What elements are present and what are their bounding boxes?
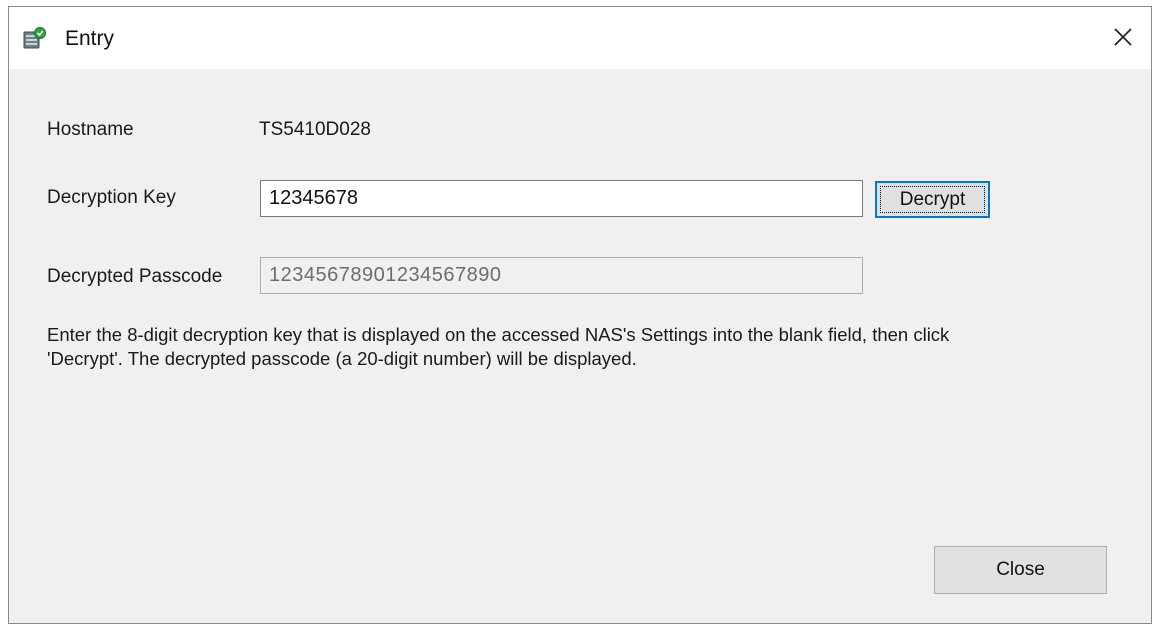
title-bar[interactable]: Entry: [9, 7, 1151, 69]
entry-dialog: Entry Hostname TS5410D028 Decryption Key…: [8, 6, 1152, 624]
hostname-value: TS5410D028: [259, 119, 371, 140]
close-button-label: Close: [996, 559, 1045, 580]
decrypt-button[interactable]: Decrypt: [875, 181, 990, 218]
hostname-label: Hostname: [47, 119, 134, 140]
nas-app-icon: [23, 27, 46, 49]
close-button[interactable]: Close: [934, 546, 1107, 594]
instructions-text: Enter the 8-digit decryption key that is…: [47, 323, 1127, 371]
decrypt-button-label: Decrypt: [899, 188, 966, 210]
close-icon[interactable]: [1105, 19, 1141, 55]
instructions-line-2: 'Decrypt'. The decrypted passcode (a 20-…: [47, 348, 637, 369]
decrypted-passcode-label: Decrypted Passcode: [47, 266, 223, 287]
decryption-key-input[interactable]: [260, 180, 863, 217]
decryption-key-label: Decryption Key: [47, 187, 176, 208]
decrypted-passcode-field[interactable]: [260, 257, 863, 294]
instructions-line-1: Enter the 8-digit decryption key that is…: [47, 324, 950, 345]
window-title: Entry: [65, 27, 115, 50]
dialog-content: Hostname TS5410D028 Decryption Key Decry…: [9, 69, 1151, 624]
